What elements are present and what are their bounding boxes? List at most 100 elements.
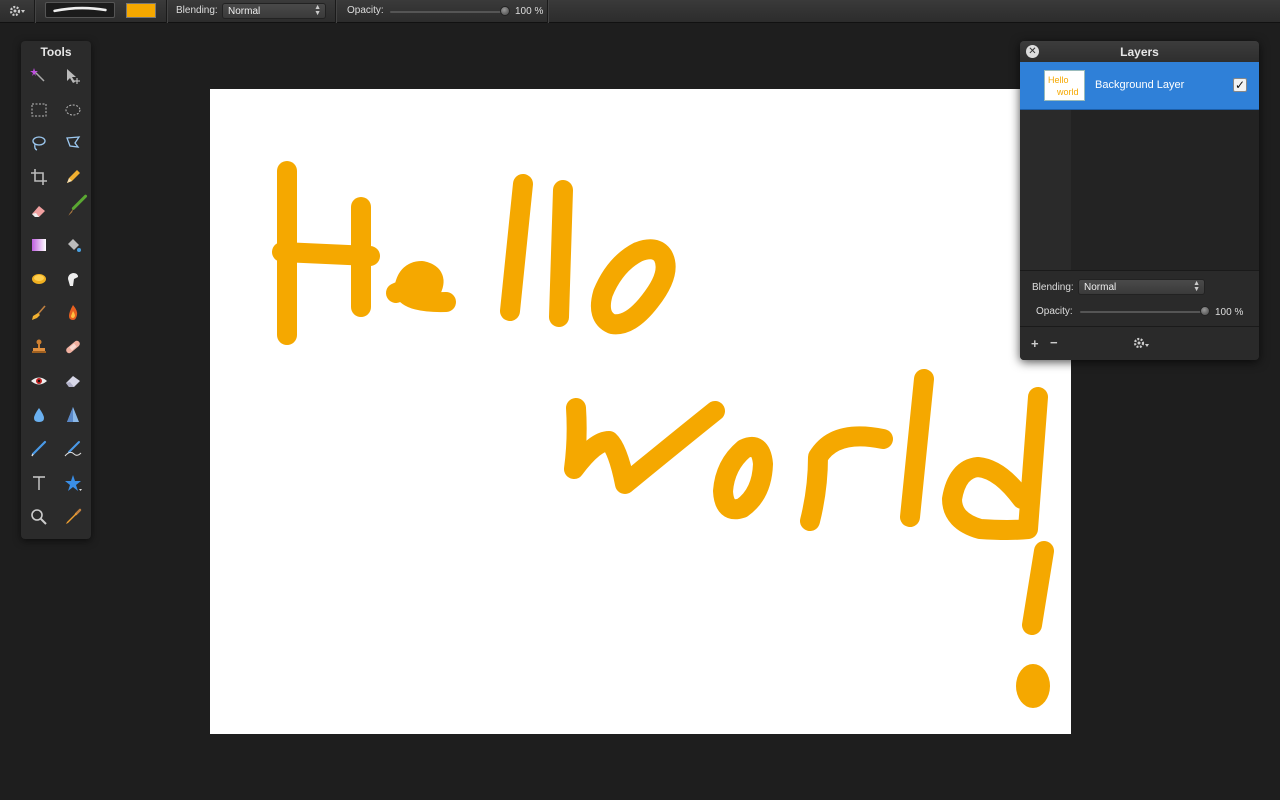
stroke-d bbox=[942, 387, 1048, 540]
freeform-pen-tool[interactable] bbox=[58, 434, 88, 464]
lasso-tool[interactable] bbox=[24, 128, 54, 158]
layer-options: Blending: Normal ▲ ▼ Opacity: 100 % bbox=[1020, 270, 1259, 326]
shape-tool[interactable] bbox=[58, 468, 88, 498]
layers-panel-title: Layers bbox=[1120, 45, 1159, 59]
stroke-l1 bbox=[500, 174, 533, 321]
opacity-label: Opacity: bbox=[347, 5, 384, 16]
ellipse-marquee-tool[interactable] bbox=[58, 95, 88, 125]
paintbrush-tool[interactable] bbox=[58, 194, 88, 226]
divider bbox=[335, 0, 336, 23]
layer-opacity-slider[interactable] bbox=[1080, 311, 1205, 313]
layers-footer: + − bbox=[1020, 326, 1259, 360]
stroke-exclamation-line bbox=[1022, 541, 1054, 635]
smudge-tool[interactable] bbox=[58, 264, 88, 294]
layers-panel-header: ✕ Layers bbox=[1020, 41, 1259, 62]
canvas-drawing bbox=[272, 161, 1054, 708]
opacity-slider-handle[interactable] bbox=[500, 6, 510, 16]
polygon-lasso-icon bbox=[66, 136, 81, 148]
polygon-lasso-tool[interactable] bbox=[58, 128, 88, 158]
layer-opacity-slider-handle[interactable] bbox=[1200, 306, 1210, 316]
broom-icon bbox=[32, 305, 46, 320]
broom-tool[interactable] bbox=[24, 298, 54, 328]
healing-tool[interactable] bbox=[58, 332, 88, 362]
gradient-tool[interactable] bbox=[24, 230, 54, 260]
fill-bucket-icon bbox=[68, 239, 81, 252]
stroke-o bbox=[590, 239, 676, 335]
thumb-text-line1: Hello bbox=[1048, 75, 1069, 85]
crop-icon bbox=[31, 169, 47, 185]
layer-blending-select[interactable]: Normal ▲ ▼ bbox=[1078, 279, 1205, 295]
blending-label: Blending: bbox=[176, 5, 218, 16]
smudge-finger-icon bbox=[68, 273, 78, 286]
eyedropper-icon bbox=[66, 508, 82, 524]
color-picker-tool[interactable] bbox=[58, 502, 88, 532]
gear-icon[interactable] bbox=[8, 4, 26, 18]
pen-icon bbox=[31, 440, 47, 457]
magic-wand-tool[interactable] bbox=[24, 61, 54, 91]
layer-thumbnail: Hello world bbox=[1044, 70, 1085, 101]
layer-name: Background Layer bbox=[1095, 79, 1185, 91]
stroke-l2 bbox=[549, 180, 573, 327]
gradient-icon bbox=[32, 239, 46, 251]
blur-tool[interactable] bbox=[24, 400, 54, 430]
layer-opacity-value: 100 % bbox=[1215, 307, 1244, 318]
clone-fill-tool[interactable] bbox=[58, 230, 88, 260]
magic-wand-icon bbox=[30, 68, 45, 82]
burn-tool[interactable] bbox=[58, 298, 88, 328]
stroke-o2 bbox=[713, 437, 773, 520]
drawing-canvas[interactable] bbox=[210, 89, 1071, 734]
blending-select[interactable]: Normal ▲ ▼ bbox=[222, 3, 326, 19]
opacity-slider[interactable] bbox=[390, 11, 505, 13]
brush-preview-button[interactable] bbox=[45, 2, 115, 18]
stroke-r bbox=[800, 426, 893, 531]
divider bbox=[166, 0, 167, 23]
paintbrush-icon bbox=[68, 194, 88, 216]
freeform-pen-icon bbox=[64, 441, 82, 457]
stamp-tool[interactable] bbox=[24, 332, 54, 362]
ellipse-marquee-icon bbox=[65, 104, 81, 116]
layer-row-background[interactable]: Hello world Background Layer ✓ bbox=[1020, 62, 1259, 110]
blending-select-value: Normal bbox=[228, 6, 261, 17]
remove-layer-button[interactable]: − bbox=[1050, 335, 1058, 350]
layer-list-strip bbox=[1020, 110, 1071, 270]
layer-blending-value: Normal bbox=[1084, 282, 1117, 293]
layer-visibility-checkbox[interactable]: ✓ bbox=[1233, 78, 1247, 92]
rect-marquee-icon bbox=[31, 103, 47, 117]
stroke-e bbox=[386, 261, 456, 313]
move-arrow-icon bbox=[67, 69, 80, 84]
layer-list-area bbox=[1020, 110, 1259, 270]
layer-opacity-label: Opacity: bbox=[1036, 306, 1073, 317]
star-icon bbox=[65, 475, 82, 491]
stroke-l3 bbox=[900, 369, 934, 527]
sharpen-tool[interactable] bbox=[58, 400, 88, 430]
flame-icon bbox=[69, 305, 78, 320]
add-layer-button[interactable]: + bbox=[1031, 336, 1039, 351]
stamp-icon bbox=[32, 339, 46, 353]
thumb-text-line2: world bbox=[1056, 87, 1079, 97]
eraser-block-icon bbox=[66, 376, 80, 387]
rect-marquee-tool[interactable] bbox=[24, 95, 54, 125]
text-tool[interactable] bbox=[24, 468, 54, 498]
red-eye-tool[interactable] bbox=[24, 366, 54, 396]
select-arrows-icon: ▲ ▼ bbox=[1193, 280, 1200, 293]
layer-blending-label: Blending: bbox=[1032, 282, 1074, 293]
zoom-tool[interactable] bbox=[24, 502, 54, 532]
stroke-h-bar bbox=[272, 242, 380, 266]
tools-panel: Tools bbox=[21, 41, 91, 539]
stroke-w bbox=[564, 398, 725, 494]
paint-bucket-tool[interactable] bbox=[24, 264, 54, 294]
brush-color-swatch[interactable] bbox=[126, 3, 156, 18]
eraser-2-tool[interactable] bbox=[58, 366, 88, 396]
cone-icon bbox=[67, 407, 79, 422]
thumbnail-preview: Hello world bbox=[1048, 75, 1079, 97]
divider bbox=[547, 0, 548, 23]
eraser-tool[interactable] bbox=[24, 196, 54, 226]
pen-tool[interactable] bbox=[24, 434, 54, 464]
move-tool[interactable] bbox=[58, 61, 88, 91]
options-bar: Blending: Normal ▲ ▼ Opacity: 100 % bbox=[0, 0, 1280, 23]
bandage-icon bbox=[66, 340, 80, 354]
layer-gear-icon[interactable] bbox=[1132, 336, 1150, 355]
crop-tool[interactable] bbox=[24, 162, 54, 192]
eye-icon bbox=[31, 377, 47, 385]
eraser-icon bbox=[32, 206, 45, 217]
